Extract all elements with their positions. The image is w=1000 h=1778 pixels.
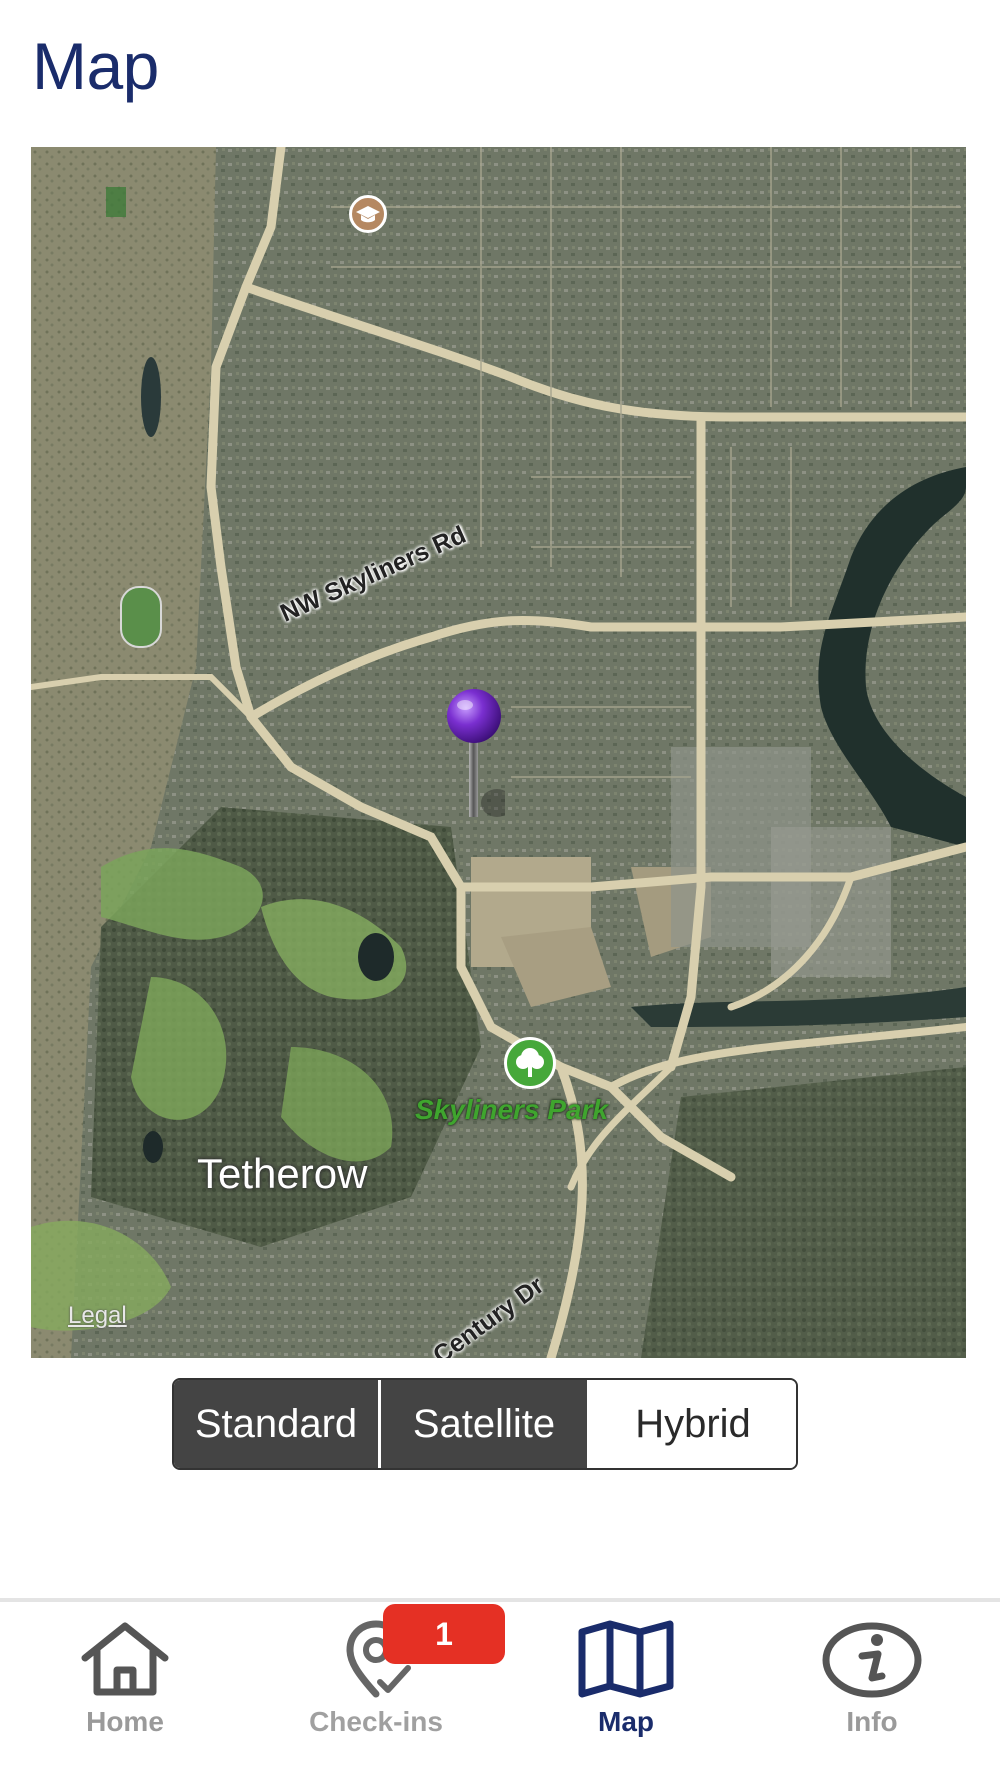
checkins-badge: 1 — [383, 1604, 505, 1664]
info-icon — [822, 1622, 922, 1698]
tab-home[interactable]: Home — [35, 1620, 215, 1770]
tab-info[interactable]: Info — [782, 1620, 962, 1770]
map-type-satellite[interactable]: Satellite — [381, 1380, 587, 1468]
home-icon — [81, 1622, 169, 1696]
map-type-control[interactable]: Standard Satellite Hybrid — [172, 1378, 798, 1470]
map-view[interactable]: NW Skyliners Rd Century Dr Skyliners Par… — [31, 147, 966, 1358]
tab-info-label: Info — [846, 1706, 898, 1737]
graduation-cap-icon[interactable] — [349, 195, 387, 233]
tabbar-divider — [0, 1598, 1000, 1602]
tab-checkins-label: Check-ins — [309, 1706, 443, 1737]
area-label-tetherow: Tetherow — [197, 1150, 368, 1197]
tree-icon[interactable] — [504, 1037, 556, 1089]
map-type-hybrid[interactable]: Hybrid — [587, 1380, 796, 1468]
legal-link[interactable]: Legal — [68, 1302, 127, 1330]
purple-pin-icon[interactable] — [445, 685, 505, 825]
tab-map-label: Map — [598, 1706, 654, 1737]
map-icon — [578, 1620, 674, 1698]
tab-home-label: Home — [86, 1706, 164, 1737]
park-label[interactable]: Skyliners Park — [415, 1094, 608, 1126]
map-type-standard[interactable]: Standard — [174, 1380, 381, 1468]
tab-map[interactable]: Map — [536, 1620, 716, 1770]
page-title: Map — [32, 29, 159, 103]
